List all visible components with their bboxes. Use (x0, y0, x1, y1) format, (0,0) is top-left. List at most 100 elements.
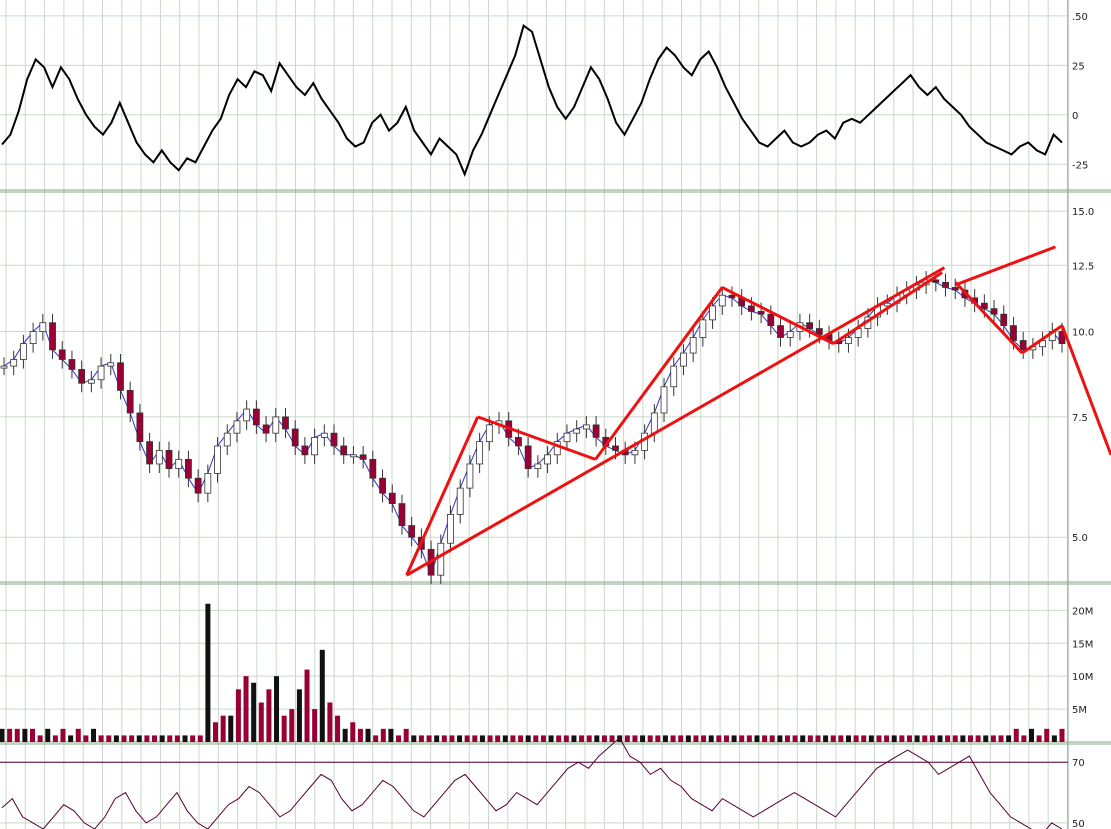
tick-label: 7.5 (1072, 413, 1088, 424)
volume-bar (30, 728, 36, 742)
candle (437, 542, 445, 576)
volume-bar (106, 735, 112, 742)
candle (185, 458, 192, 479)
tick-label: 5M (1072, 705, 1087, 716)
volume-bar (754, 735, 760, 742)
volume-bar (548, 735, 554, 742)
volume-bar (91, 728, 97, 742)
volume-bar (60, 728, 66, 742)
candle (845, 337, 852, 345)
volume-bar (396, 735, 402, 742)
candle (466, 463, 474, 489)
candle (747, 305, 755, 312)
volume-bar (670, 735, 676, 742)
tick-label: 25 (1072, 61, 1085, 72)
volume-bar (975, 735, 981, 742)
volume-bar (418, 735, 424, 742)
tick-label: 10.0 (1072, 328, 1094, 339)
volume-bar (350, 722, 356, 742)
candle (476, 441, 484, 465)
volume-bar (518, 735, 524, 742)
volume-bar (411, 735, 417, 742)
candle (709, 305, 716, 321)
volume-bar (7, 728, 13, 742)
tick-label: 0 (1072, 111, 1078, 122)
volume-bar (579, 735, 585, 742)
volume-bar (830, 735, 836, 742)
candle (20, 343, 27, 360)
volume-bar (777, 735, 783, 742)
volume-bar (45, 728, 51, 742)
volume-bar (1051, 735, 1057, 742)
volume-bar (235, 689, 241, 742)
volume-bar (807, 735, 813, 742)
candle (942, 281, 949, 288)
close-line (3, 279, 1063, 577)
candle (689, 337, 697, 354)
candle (146, 441, 153, 465)
volume-bar (739, 735, 745, 742)
candle (815, 328, 823, 335)
volume-bar (152, 735, 158, 742)
candle (660, 386, 668, 414)
volume-bar (701, 735, 707, 742)
candle (806, 322, 814, 329)
trendline-wave-2-down (477, 415, 597, 461)
volume-bar (624, 735, 630, 742)
candle (87, 379, 95, 384)
volume-bar (906, 735, 912, 742)
volume-bar (434, 735, 440, 742)
oscillator-panel (1, 24, 1063, 177)
volume-bar (495, 735, 501, 742)
volume-bar (792, 735, 798, 742)
candle (320, 432, 328, 438)
volume-bar (1044, 728, 1050, 742)
candle (272, 416, 280, 434)
volume-bar (510, 735, 516, 742)
chart-grid (0, 0, 1068, 829)
candle (126, 390, 134, 414)
rsi-line (1, 737, 1063, 829)
volume-bar (601, 735, 607, 742)
volume-bar (876, 735, 882, 742)
trendline-drop-a (954, 281, 1024, 355)
volume-bar (228, 715, 234, 742)
volume-bar (472, 735, 478, 742)
candle (233, 420, 241, 434)
candle (582, 424, 590, 430)
volume-bar (441, 735, 447, 742)
volume-bar (197, 735, 203, 742)
volume-bar (312, 709, 318, 742)
candle (78, 369, 86, 384)
volume-bar (335, 715, 341, 742)
candle (311, 436, 319, 456)
volume-bar (678, 735, 684, 742)
volume-bar (449, 735, 455, 742)
volume-bar (464, 735, 470, 742)
candle (534, 463, 542, 470)
candle (544, 454, 551, 465)
volume-bar (983, 735, 989, 742)
candle (175, 458, 183, 470)
volume-bar (129, 735, 135, 742)
candle (757, 311, 765, 315)
candle (573, 428, 581, 434)
volume-bar (22, 728, 28, 742)
candle (155, 449, 163, 465)
candle (951, 287, 959, 291)
candle (282, 416, 289, 430)
volume-bar (922, 735, 928, 742)
volume-bar (289, 709, 295, 742)
volume-bar (929, 735, 935, 742)
candle (204, 472, 212, 494)
candle (136, 412, 144, 443)
volume-bar (159, 735, 165, 742)
volume-bar (731, 735, 737, 742)
candle (252, 408, 260, 426)
volume-bar (380, 728, 386, 742)
candle (786, 331, 794, 338)
volume-bar (243, 676, 249, 742)
volume-bar (365, 728, 371, 742)
volume-bar (990, 735, 996, 742)
volume-bar (563, 735, 569, 742)
